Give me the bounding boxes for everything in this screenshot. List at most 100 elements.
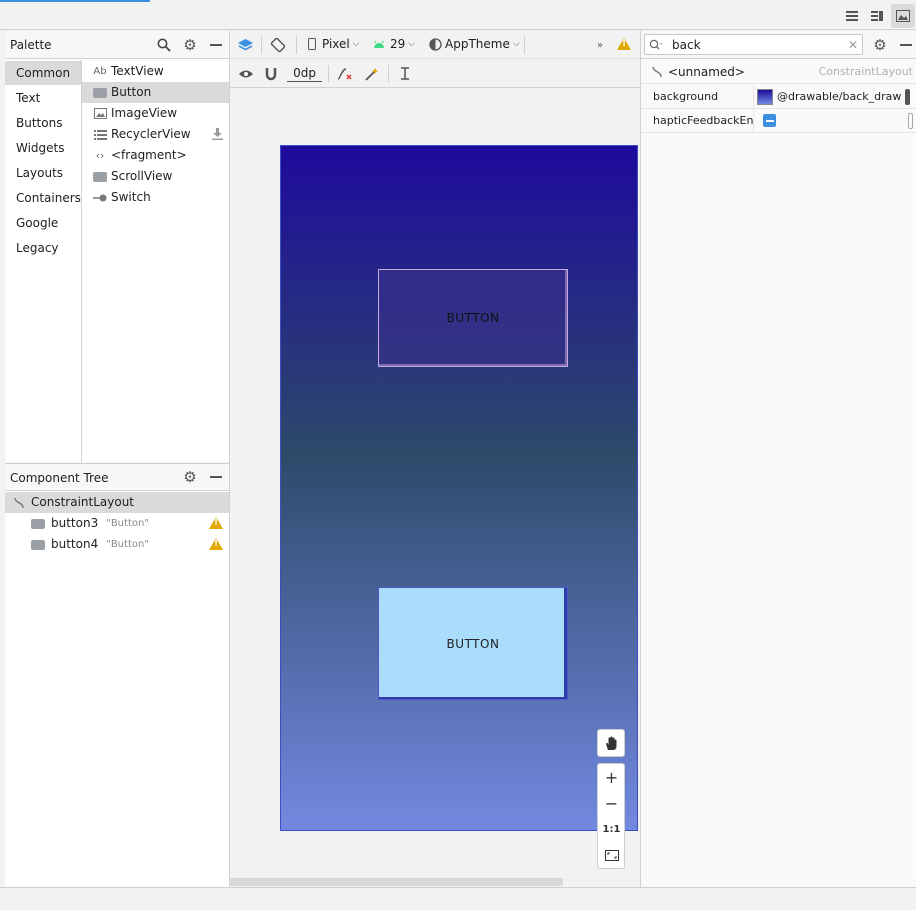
tree-item-button4[interactable]: button4 "Button" [5,534,229,555]
palette-category-buttons[interactable]: Buttons [5,111,81,135]
pan-button[interactable] [597,729,625,757]
api-label: 29 [390,37,406,51]
palette-item-imageview[interactable]: ImageView [82,103,229,124]
toolbar-separator [296,36,297,54]
canvas-button-label: BUTTON [446,636,500,651]
attribute-row-haptic[interactable]: hapticFeedbackEn... [641,109,916,133]
toolbar-separator [388,65,389,83]
palette-category-containers[interactable]: Containers [5,186,81,210]
theme-dropdown[interactable]: AppTheme ⌵ [429,37,520,51]
bottom-status-bar [0,887,916,910]
orientation-icon[interactable] [268,35,288,55]
value-field-edge [908,112,913,129]
fit-screen-icon [604,849,619,861]
zoom-in-button[interactable]: + [598,765,625,789]
component-tree-title: Component Tree [10,471,109,485]
palette-item-scrollview[interactable]: ScrollView [82,166,229,187]
palette-category-google[interactable]: Google [5,211,81,235]
warning-icon[interactable] [617,38,631,50]
clear-icon[interactable]: ✕ [844,38,862,52]
more-icon[interactable]: » [593,37,607,53]
tristate-checkbox-icon[interactable] [763,114,776,127]
api-dropdown[interactable]: 29 ⌵ [373,37,415,51]
eye-icon[interactable] [236,64,256,84]
minimize-icon[interactable] [207,36,225,54]
gear-icon[interactable]: ⚙ [181,468,199,486]
scroll-icon [93,171,107,182]
palette-category-common[interactable]: Common [5,61,81,85]
attribute-value[interactable]: @drawable/back_draw [777,90,901,103]
tree-item-id: button3 [51,516,99,530]
theme-icon [429,37,442,51]
image-icon [93,108,107,119]
palette-item-label: ScrollView [111,169,173,183]
code-icon: ‹› [95,149,105,162]
warning-icon[interactable] [209,517,223,529]
palette-category-layouts[interactable]: Layouts [5,161,81,185]
toolbar-separator [524,36,525,54]
palette-item-switch[interactable]: Switch [82,187,229,208]
layers-icon[interactable] [235,35,255,55]
palette-item-label: ImageView [111,106,178,120]
component-name: <unnamed> [668,64,745,79]
top-toolbar [0,2,916,30]
palette-item-label: <fragment> [111,148,187,162]
gear-icon[interactable]: ⚙ [871,36,889,54]
palette-item-recyclerview[interactable]: RecyclerView [82,124,229,145]
tree-item-constraintlayout[interactable]: ConstraintLayout [5,492,229,513]
canvas-button-label: BUTTON [446,311,500,325]
device-screen[interactable] [280,145,638,831]
search-icon[interactable] [155,36,173,54]
code-view-icon[interactable] [842,6,862,26]
palette-category-text[interactable]: Text [5,86,81,110]
device-dropdown[interactable]: Pixel ⌵ [308,37,360,51]
horizontal-scrollbar[interactable] [230,878,563,886]
palette-item-fragment[interactable]: ‹› <fragment> [82,145,229,166]
baseline-icon[interactable] [395,64,415,84]
attribute-name: background [653,90,719,103]
tree-item-button3[interactable]: button3 "Button" [5,513,229,534]
attribute-search-field[interactable]: back ✕ [644,34,863,55]
canvas-button-top[interactable]: BUTTON [378,269,568,367]
clear-constraints-icon[interactable] [335,64,355,84]
minimize-icon[interactable] [897,36,915,54]
resource-picker-icon[interactable] [905,88,910,105]
canvas-button-bottom[interactable]: BUTTON [378,587,568,700]
split-view-icon[interactable] [867,6,887,26]
attribute-row-background[interactable]: background @drawable/back_draw [641,85,916,109]
palette-item-button[interactable]: Button [82,82,229,103]
palette-category-legacy[interactable]: Legacy [5,236,81,260]
tree-item-text: "Button" [106,518,149,529]
hand-icon [605,736,618,751]
palette-title: Palette [10,38,52,52]
margin-value: 0dp [293,66,316,80]
download-icon[interactable] [210,126,224,142]
selected-component-row: <unnamed> ConstraintLayout [641,60,916,84]
attributes-panel [641,31,916,887]
zoom-reset-button[interactable]: 1:1 [598,817,625,841]
zoom-fit-button[interactable] [598,843,625,867]
palette-category-widgets[interactable]: Widgets [5,136,81,160]
search-icon [645,39,667,50]
toolbar-separator [328,65,329,83]
toolbar-separator [261,36,262,54]
phone-icon [308,38,316,50]
constraint-layout-icon [11,497,27,509]
button-icon [31,518,45,529]
magnet-icon[interactable] [262,64,280,84]
warning-icon[interactable] [209,538,223,550]
palette-item-label: TextView [111,64,164,78]
palette-item-textview[interactable]: Ab TextView [82,61,229,82]
search-value: back [672,37,701,52]
list-icon [93,129,107,140]
gear-icon[interactable]: ⚙ [181,36,199,54]
android-icon [373,40,385,49]
margin-field[interactable]: 0dp [287,65,322,82]
button-icon [31,539,45,550]
design-view-icon[interactable] [891,4,915,28]
zoom-out-button[interactable]: − [598,791,625,815]
component-type: ConstraintLayout [818,65,913,78]
magic-wand-icon[interactable] [361,64,381,84]
minimize-icon[interactable] [207,468,225,486]
device-label: Pixel [322,37,350,51]
